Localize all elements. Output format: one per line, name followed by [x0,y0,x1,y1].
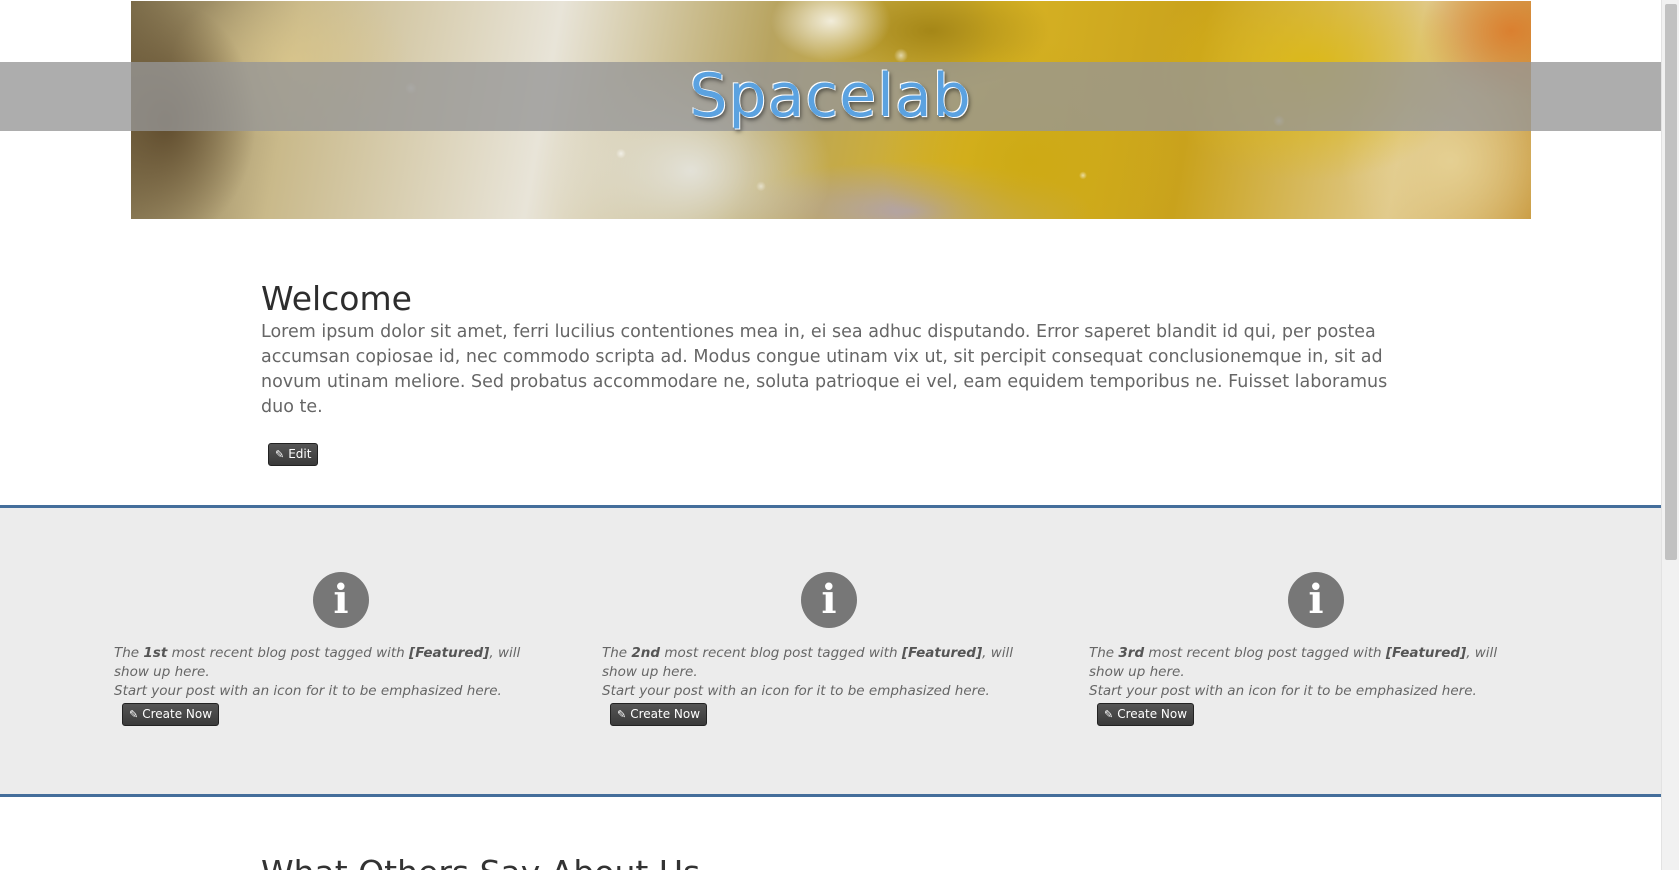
featured-text: The 2nd most recent blog post tagged wit… [602,645,1014,699]
edit-button-label: Edit [288,447,312,461]
create-now-label: Create Now [1117,707,1188,721]
pencil-icon: ✎ [129,708,139,721]
pencil-icon: ✎ [1104,708,1114,721]
vertical-scrollbar[interactable] [1661,0,1679,870]
welcome-section: Welcome Lorem ipsum dolor sit amet, ferr… [261,278,1391,420]
welcome-body: Lorem ipsum dolor sit amet, ferri lucili… [261,322,1388,417]
testimonials-heading: What Others Say About Us [261,852,700,870]
featured-item-3: i The 3rd most recent blog post tagged w… [1089,572,1529,726]
info-icon: i [1288,572,1344,628]
create-now-button[interactable]: ✎ Create Now [610,703,708,726]
edit-button[interactable]: ✎ Edit [268,443,319,466]
site-title[interactable]: Spacelab [0,58,1661,134]
create-now-label: Create Now [142,707,213,721]
featured-text: The 3rd most recent blog post tagged wit… [1089,645,1498,699]
info-icon: i [313,572,369,628]
page: Spacelab Welcome Lorem ipsum dolor sit a… [0,0,1661,870]
create-now-button[interactable]: ✎ Create Now [1097,703,1195,726]
featured-band: i The 1st most recent blog post tagged w… [0,505,1661,797]
featured-item-1: i The 1st most recent blog post tagged w… [114,572,554,726]
create-now-button[interactable]: ✎ Create Now [122,703,220,726]
welcome-heading: Welcome [261,279,412,318]
scrollbar-thumb[interactable] [1665,4,1677,560]
featured-text: The 1st most recent blog post tagged wit… [114,645,521,699]
info-icon: i [801,572,857,628]
create-now-label: Create Now [630,707,701,721]
pencil-icon: ✎ [617,708,627,721]
pencil-icon: ✎ [275,448,285,461]
featured-item-2: i The 2nd most recent blog post tagged w… [602,572,1042,726]
